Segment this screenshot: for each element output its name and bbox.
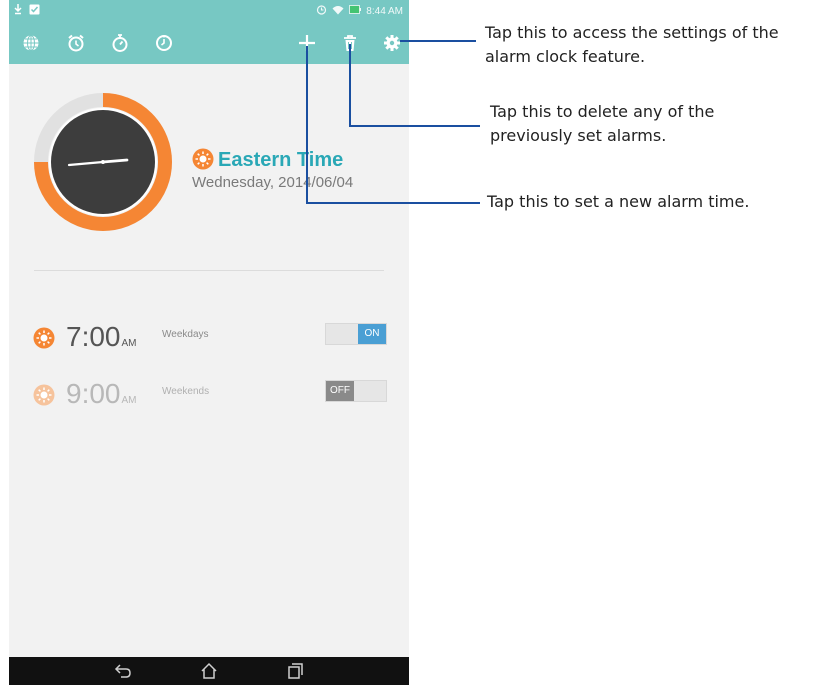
alarm-ampm: AM bbox=[121, 338, 137, 349]
delete-callout: Tap this to delete any of the previously… bbox=[490, 102, 715, 145]
settings-gear-icon[interactable] bbox=[382, 33, 402, 53]
timer-icon[interactable] bbox=[154, 33, 174, 53]
alarm-ampm: AM bbox=[121, 395, 137, 406]
add-callout-line bbox=[306, 46, 308, 203]
delete-callout-line bbox=[349, 125, 480, 127]
wifi-icon bbox=[332, 5, 344, 18]
settings-callout-line bbox=[400, 40, 476, 42]
timezone-date: Wednesday, 2014/06/04 bbox=[192, 174, 354, 191]
alarm-status-icon bbox=[316, 4, 327, 18]
world-clock-icon[interactable] bbox=[21, 33, 41, 53]
status-time: 8:44 AM bbox=[366, 5, 403, 17]
add-callout: Tap this to set a new alarm time. bbox=[487, 192, 750, 211]
delete-callout-line bbox=[349, 44, 351, 126]
timezone-name: Eastern Time bbox=[218, 149, 344, 171]
settings-callout: Tap this to access the settings of the a… bbox=[485, 23, 779, 66]
alarm-repeat-label: Weekends bbox=[162, 386, 210, 397]
alarm-item[interactable]: 9:00AM Weekends OFF bbox=[9, 374, 409, 414]
alarm-time: 7:00AM bbox=[66, 321, 137, 352]
alarm-item[interactable]: 7:00AM Weekdays ON bbox=[9, 317, 409, 357]
battery-icon bbox=[349, 5, 362, 17]
home-icon[interactable] bbox=[199, 662, 219, 680]
alarm-tab-icon[interactable] bbox=[66, 33, 86, 53]
toggle-state: OFF bbox=[326, 381, 354, 401]
sun-icon bbox=[192, 148, 214, 170]
notification-icon bbox=[29, 4, 40, 18]
sun-icon bbox=[33, 384, 55, 406]
navigation-bar bbox=[9, 657, 409, 685]
back-icon[interactable] bbox=[113, 662, 133, 680]
toggle-state: ON bbox=[358, 324, 386, 344]
recent-apps-icon[interactable] bbox=[285, 662, 305, 680]
stopwatch-icon[interactable] bbox=[110, 33, 130, 53]
alarm-toggle[interactable]: ON bbox=[325, 323, 387, 345]
sun-icon bbox=[33, 327, 55, 349]
download-icon bbox=[14, 3, 22, 18]
add-callout-line bbox=[306, 202, 480, 204]
analog-clock bbox=[34, 93, 172, 231]
divider bbox=[34, 270, 384, 271]
alarm-toggle[interactable]: OFF bbox=[325, 380, 387, 402]
alarm-repeat-label: Weekdays bbox=[162, 329, 209, 340]
status-bar: 8:44 AM bbox=[9, 0, 409, 22]
alarm-time: 9:00AM bbox=[66, 378, 137, 409]
